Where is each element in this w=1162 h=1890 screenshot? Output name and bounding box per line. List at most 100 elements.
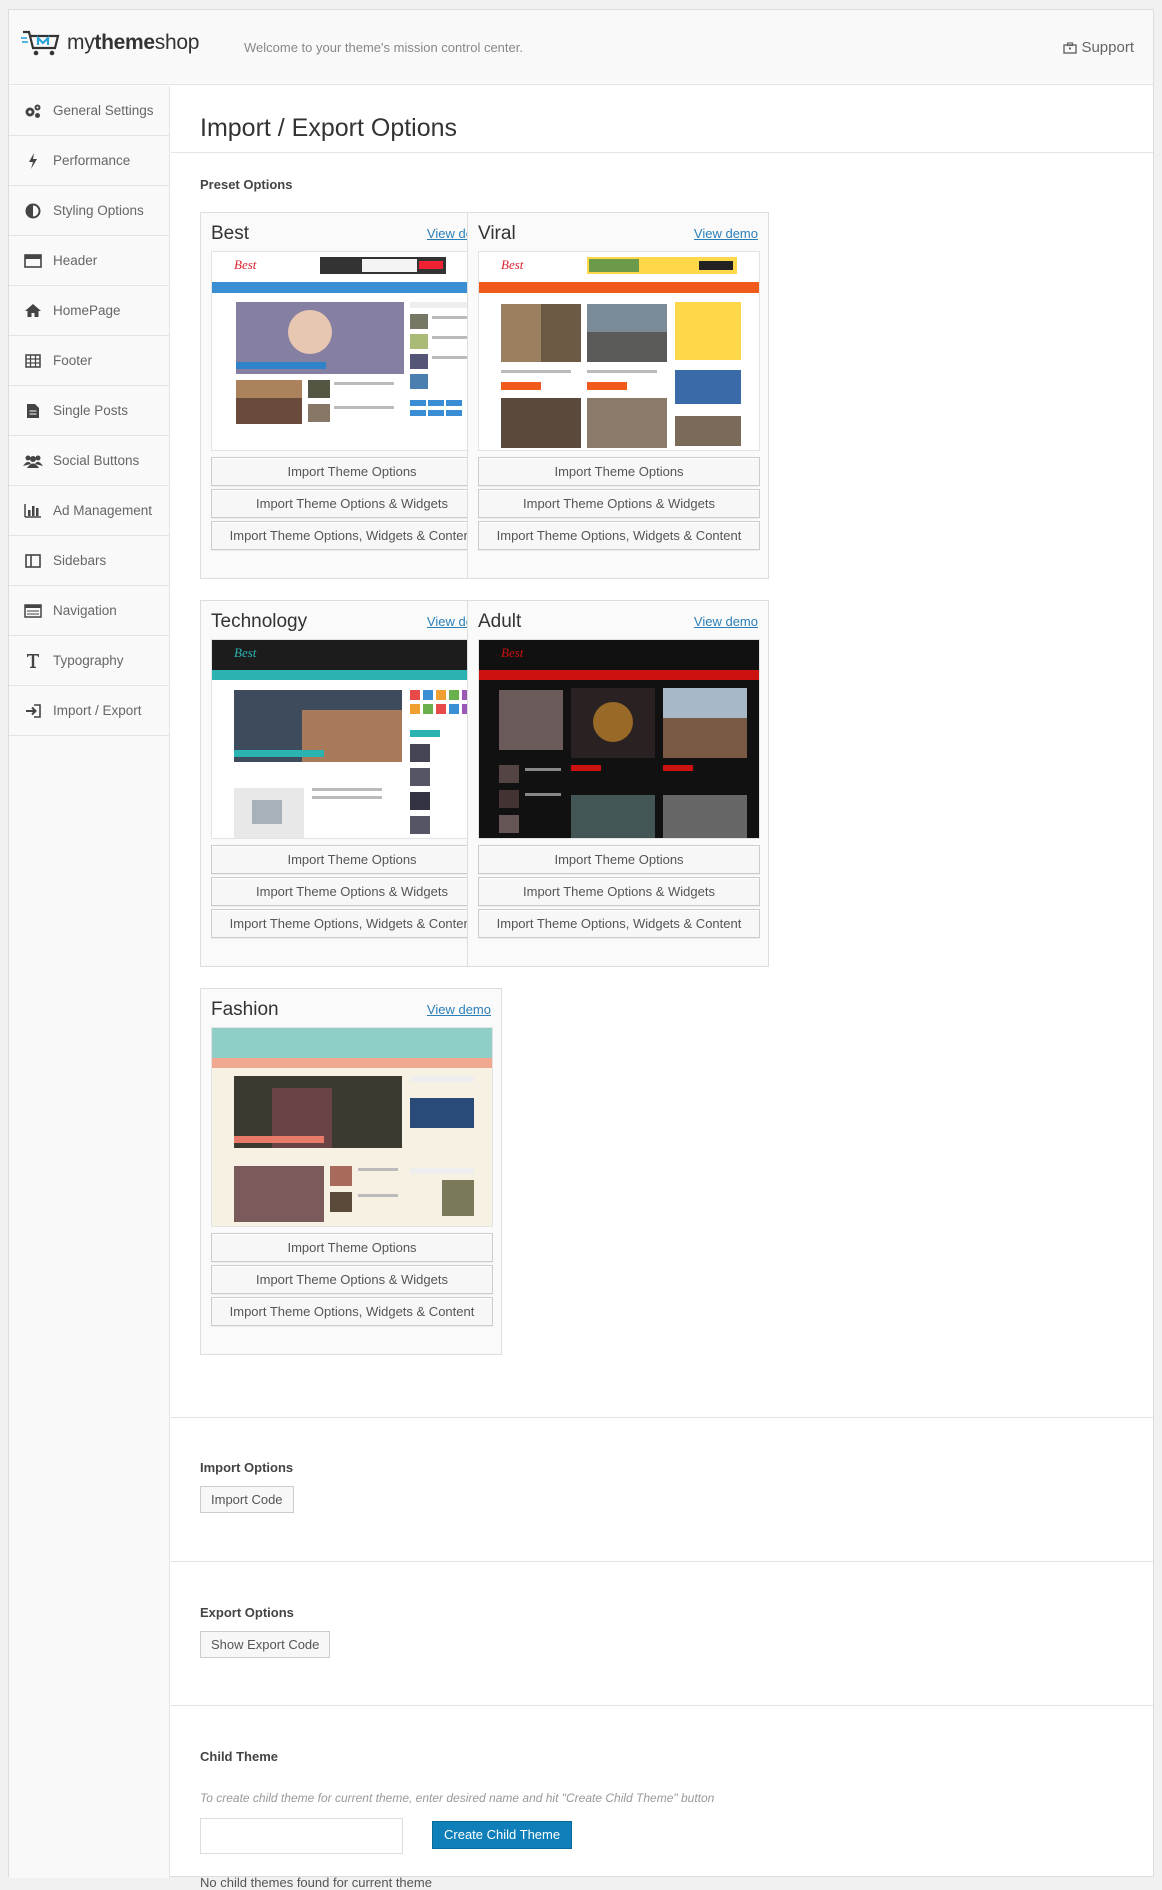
sidebar-item-label: Social Buttons bbox=[53, 453, 140, 468]
preset-title: Fashion bbox=[211, 999, 279, 1020]
sidebar-item-performance[interactable]: Performance bbox=[9, 136, 169, 186]
sidebar-item-footer[interactable]: Footer bbox=[9, 336, 169, 386]
sidebar-item-general-settings[interactable]: General Settings bbox=[9, 86, 169, 136]
sidebar-item-ad-management[interactable]: Ad Management bbox=[9, 486, 169, 536]
export-options-label: Export Options bbox=[200, 1605, 294, 1620]
sidebar-item-label: Sidebars bbox=[53, 553, 107, 568]
preset-preview-image: Best bbox=[211, 639, 493, 839]
welcome-text: Welcome to your theme's mission control … bbox=[244, 40, 523, 55]
navigation-icon bbox=[23, 602, 43, 620]
view-demo-link[interactable]: View demo bbox=[694, 226, 758, 241]
import-icon bbox=[23, 702, 43, 720]
preset-preview-image: Best bbox=[478, 251, 760, 451]
svg-text:Best: Best bbox=[234, 645, 257, 660]
import-options-widgets-content-button[interactable]: Import Theme Options, Widgets & Content bbox=[211, 1297, 493, 1326]
view-demo-link[interactable]: View demo bbox=[427, 1002, 491, 1017]
sidebar-item-label: Ad Management bbox=[53, 503, 153, 518]
child-theme-hint: To create child theme for current theme,… bbox=[200, 1791, 715, 1805]
home-icon bbox=[23, 302, 43, 320]
sidebar-item-label: Typography bbox=[53, 653, 124, 668]
sidebar-item-label: Navigation bbox=[53, 603, 117, 618]
import-options-widgets-content-button[interactable]: Import Theme Options, Widgets & Content bbox=[478, 909, 760, 938]
import-options-button[interactable]: Import Theme Options bbox=[211, 1233, 493, 1262]
sidebar-item-label: Header bbox=[53, 253, 98, 268]
import-options-button[interactable]: Import Theme Options bbox=[478, 457, 760, 486]
section-divider bbox=[171, 1417, 1153, 1418]
bar-chart-icon bbox=[23, 502, 43, 520]
sidebar-item-label: Footer bbox=[53, 353, 93, 368]
section-divider bbox=[171, 1561, 1153, 1562]
preset-preview-image bbox=[211, 1027, 493, 1227]
sidebar-item-single-posts[interactable]: Single Posts bbox=[9, 386, 169, 436]
people-icon bbox=[23, 452, 43, 470]
create-child-theme-button[interactable]: Create Child Theme bbox=[432, 1821, 573, 1849]
import-options-label: Import Options bbox=[200, 1460, 294, 1475]
svg-text:Best: Best bbox=[501, 257, 524, 272]
sidebar-item-label: General Settings bbox=[53, 103, 154, 118]
sidebar-item-navigation[interactable]: Navigation bbox=[9, 586, 169, 636]
sidebar-item-typography[interactable]: Typography bbox=[9, 636, 169, 686]
preset-options-label: Preset Options bbox=[200, 177, 293, 192]
half-circle-icon bbox=[23, 202, 43, 220]
sidebar: General Settings Performance Styling Opt… bbox=[9, 86, 170, 1878]
sidebar-item-label: Single Posts bbox=[53, 403, 129, 418]
preset-title: Viral bbox=[478, 223, 516, 244]
support-label: Support bbox=[1081, 39, 1134, 56]
columns-icon bbox=[23, 552, 43, 570]
support-link[interactable]: Support bbox=[1063, 39, 1134, 56]
header-icon bbox=[23, 252, 43, 270]
preset-title: Adult bbox=[478, 611, 522, 632]
show-export-code-button[interactable]: Show Export Code bbox=[200, 1631, 331, 1658]
import-options-widgets-content-button[interactable]: Import Theme Options, Widgets & Content bbox=[211, 521, 493, 550]
sidebar-item-label: HomePage bbox=[53, 303, 121, 318]
preset-card-viral: Viral View demo Best Import Theme Option… bbox=[467, 212, 769, 579]
import-options-widgets-content-button[interactable]: Import Theme Options, Widgets & Content bbox=[478, 521, 760, 550]
preset-card-best: Best View demo Best Import Theme Options… bbox=[200, 212, 502, 579]
page-title: Import / Export Options bbox=[200, 114, 458, 142]
sidebar-item-styling-options[interactable]: Styling Options bbox=[9, 186, 169, 236]
import-options-widgets-button[interactable]: Import Theme Options & Widgets bbox=[211, 877, 493, 906]
child-theme-label: Child Theme bbox=[200, 1749, 279, 1764]
cart-logo-icon bbox=[21, 30, 60, 56]
briefcase-icon bbox=[1063, 41, 1078, 54]
import-options-button[interactable]: Import Theme Options bbox=[211, 845, 493, 874]
section-divider bbox=[171, 1705, 1153, 1706]
view-demo-link[interactable]: View demo bbox=[694, 614, 758, 629]
sidebar-item-header[interactable]: Header bbox=[9, 236, 169, 286]
import-options-button[interactable]: Import Theme Options bbox=[211, 457, 493, 486]
app-window: mythemeshop Welcome to your theme's miss… bbox=[8, 9, 1154, 1890]
footer-grid-icon bbox=[23, 352, 43, 370]
logo[interactable]: mythemeshop bbox=[21, 28, 199, 58]
preset-title: Best bbox=[211, 223, 250, 244]
gears-icon bbox=[23, 102, 43, 120]
sidebar-item-social-buttons[interactable]: Social Buttons bbox=[9, 436, 169, 486]
import-options-widgets-content-button[interactable]: Import Theme Options, Widgets & Content bbox=[211, 909, 493, 938]
logo-text-theme: theme bbox=[94, 31, 155, 54]
import-options-widgets-button[interactable]: Import Theme Options & Widgets bbox=[211, 489, 493, 518]
import-options-widgets-button[interactable]: Import Theme Options & Widgets bbox=[478, 877, 760, 906]
text-icon bbox=[23, 652, 43, 670]
import-options-widgets-button[interactable]: Import Theme Options & Widgets bbox=[211, 1265, 493, 1294]
document-icon bbox=[23, 402, 43, 420]
preset-preview-image: Best bbox=[478, 639, 760, 839]
child-theme-name-input[interactable] bbox=[200, 1818, 403, 1854]
sidebar-item-sidebars[interactable]: Sidebars bbox=[9, 536, 169, 586]
import-options-widgets-button[interactable]: Import Theme Options & Widgets bbox=[478, 489, 760, 518]
title-divider bbox=[171, 152, 1153, 153]
top-bar: mythemeshop Welcome to your theme's miss… bbox=[9, 10, 1153, 85]
preset-title: Technology bbox=[211, 611, 308, 632]
sidebar-item-homepage[interactable]: HomePage bbox=[9, 286, 169, 336]
import-options-button[interactable]: Import Theme Options bbox=[478, 845, 760, 874]
svg-text:Best: Best bbox=[234, 257, 257, 272]
preset-card-adult: Adult View demo Best Import Theme Option… bbox=[467, 600, 769, 967]
preset-preview-image: Best bbox=[211, 251, 493, 451]
svg-text:Best: Best bbox=[501, 645, 524, 660]
bolt-icon bbox=[23, 152, 43, 170]
logo-text-my: my bbox=[67, 31, 95, 54]
child-theme-status: No child themes found for current theme bbox=[200, 1875, 432, 1890]
import-code-button[interactable]: Import Code bbox=[200, 1486, 294, 1513]
preset-card-fashion: Fashion View demo Import Theme Options I… bbox=[200, 988, 502, 1355]
sidebar-item-label: Import / Export bbox=[53, 703, 142, 718]
sidebar-item-import-export[interactable]: Import / Export bbox=[9, 686, 169, 736]
sidebar-item-label: Styling Options bbox=[53, 203, 144, 218]
